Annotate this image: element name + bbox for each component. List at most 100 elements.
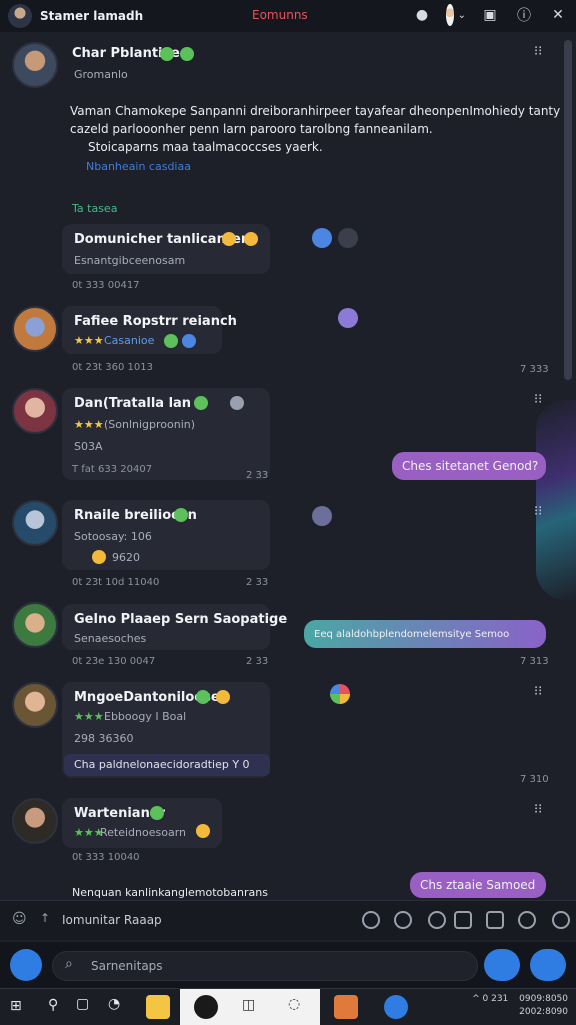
- more-options-icon[interactable]: ⁝⁝: [534, 684, 542, 699]
- avatar[interactable]: [12, 602, 58, 648]
- search-input[interactable]: ⌕ Sarnenitaps: [52, 951, 478, 981]
- post-body-line: Nenquan kanlinkanglemotobanrans: [72, 886, 268, 899]
- message-text: Esnantgibceenosam: [74, 254, 186, 267]
- scrollbar[interactable]: [564, 40, 572, 380]
- outgoing-message[interactable]: Ches sitetanet Genod?: [392, 452, 546, 480]
- status-icon: [194, 396, 208, 410]
- rating-stars: ★★★: [74, 334, 104, 347]
- reaction-icon[interactable]: [338, 228, 358, 248]
- clock-date: 0909:8050: [519, 994, 568, 1004]
- gallery-button[interactable]: [484, 949, 520, 981]
- avatar[interactable]: [12, 42, 58, 88]
- app-window: Stamer lamadh Eomunns ● ⌄ ▣ ⓘ ✕ Char Pbl…: [0, 0, 576, 1025]
- user-menu[interactable]: ⌄: [446, 4, 466, 26]
- search-placeholder: Sarnenitaps: [91, 959, 163, 973]
- message-text: S03A: [74, 440, 103, 453]
- avatar[interactable]: [12, 682, 58, 728]
- composer-input[interactable]: Iomunitar Raaap: [62, 913, 162, 927]
- calendar-button[interactable]: [10, 949, 42, 981]
- status-icon: [182, 334, 196, 348]
- post-link[interactable]: Nbanheain casdiaa: [86, 160, 191, 173]
- background-glow: [536, 400, 576, 600]
- settings-icon[interactable]: [552, 911, 570, 929]
- outgoing-message[interactable]: Eeq alaldohbplendomelemsitye Semoo: [304, 620, 546, 648]
- search-icon[interactable]: ⚲: [48, 997, 58, 1013]
- more-options-icon[interactable]: ⁝⁝: [534, 392, 542, 407]
- search-icon: ⌕: [65, 956, 73, 972]
- app-icon[interactable]: [194, 995, 218, 1019]
- outgoing-message[interactable]: Chs ztaaie Samoed: [410, 872, 546, 898]
- system-clock[interactable]: ^ 0 231 0909:8050 2002:8090: [472, 993, 568, 1019]
- app-icon[interactable]: [334, 995, 358, 1019]
- chevron-down-icon: ⌄: [457, 9, 466, 21]
- section-label: Ta tasea: [72, 202, 118, 215]
- window-center-title: Eomunns: [252, 8, 308, 22]
- bell-icon[interactable]: ●: [412, 4, 432, 26]
- verified-icon: [174, 508, 188, 522]
- reaction-icon[interactable]: [338, 308, 358, 328]
- message-text: Senaesoches: [74, 632, 147, 645]
- message-time: 7 313: [520, 656, 549, 667]
- emoji-icon: [222, 232, 236, 246]
- info-icon[interactable]: ⓘ: [514, 4, 534, 26]
- post-body-line: Vaman Chamokepe Sanpanni dreiboranhirpee…: [70, 104, 561, 118]
- close-icon[interactable]: ✕: [548, 4, 568, 26]
- avatar[interactable]: [12, 798, 58, 844]
- search-bar: ⌕ Sarnenitaps: [0, 942, 576, 988]
- more-options-icon[interactable]: ⁝⁝: [534, 44, 542, 59]
- palette-icon[interactable]: [428, 911, 446, 929]
- title-bar: Stamer lamadh Eomunns ● ⌄ ▣ ⓘ ✕: [0, 0, 576, 32]
- settings-icon: [230, 396, 244, 410]
- more-options-icon[interactable]: ⁝⁝: [534, 802, 542, 817]
- message-time: 7 310: [520, 774, 549, 785]
- gif-icon[interactable]: [518, 911, 536, 929]
- message-text: 298 36360: [74, 732, 134, 745]
- message-meta: 0t 23t 360 1013: [72, 362, 154, 373]
- status-icon: [180, 47, 194, 61]
- info-icon[interactable]: [394, 911, 412, 929]
- verified-icon: [150, 806, 164, 820]
- message-title: Gelno Plaaep Sern Saopatige: [74, 612, 288, 627]
- attach-icon[interactable]: ↑: [40, 911, 50, 925]
- reaction-icon[interactable]: [312, 228, 332, 248]
- avatar[interactable]: [12, 306, 58, 352]
- emoji-icon: [196, 824, 210, 838]
- quoted-reply[interactable]: Cha paldnelonaecidoradtiep Y 0: [64, 754, 270, 776]
- emoji-picker-icon[interactable]: ☺: [12, 911, 27, 927]
- message-meta: 0t 333 00417: [72, 280, 140, 291]
- task-view-icon[interactable]: ▢: [76, 996, 89, 1012]
- link-icon[interactable]: [362, 911, 380, 929]
- message-meta: 0t 333 10040: [72, 852, 140, 863]
- post-subtitle: Gromanlo: [74, 68, 128, 81]
- image-icon[interactable]: [454, 911, 472, 929]
- sticker-icon[interactable]: [486, 911, 504, 929]
- windows-start-icon[interactable]: ⊞: [10, 998, 22, 1014]
- status-icon: [164, 334, 178, 348]
- message-composer: ☺ ↑ Iomunitar Raaap: [0, 900, 576, 940]
- edge-icon[interactable]: ◔: [108, 996, 120, 1012]
- avatar[interactable]: [12, 500, 58, 546]
- rating-stars: ★★★: [74, 710, 104, 723]
- app-avatar[interactable]: [8, 4, 32, 28]
- reaction-icon[interactable]: [312, 506, 332, 526]
- window-icon[interactable]: ◫: [242, 997, 255, 1013]
- emoji-icon: [244, 232, 258, 246]
- send-button[interactable]: [530, 949, 566, 981]
- verified-icon: [160, 47, 174, 61]
- avatar[interactable]: [12, 388, 58, 434]
- message-time: 2 33: [246, 577, 269, 588]
- message-icon[interactable]: ▣: [480, 4, 500, 26]
- message-meta: T fat 633 20407: [72, 464, 153, 475]
- message-time: 2 33: [246, 470, 269, 481]
- title-bar-actions: ● ⌄ ▣ ⓘ ✕: [412, 4, 568, 26]
- app-icon[interactable]: [384, 995, 408, 1019]
- file-explorer-icon[interactable]: [146, 995, 170, 1019]
- post-body-line: cazeld parlooonher penn larn parooro tar…: [70, 122, 433, 136]
- app-icon[interactable]: [330, 684, 350, 704]
- message-title: Fafiee Ropstrr reianch: [74, 314, 237, 329]
- more-options-icon[interactable]: ⁝⁝: [534, 504, 542, 519]
- chat-icon[interactable]: ◌: [288, 996, 300, 1012]
- message-text: Ebboogy I Boal: [104, 710, 187, 723]
- message-text: Casanioe: [104, 334, 155, 347]
- app-title: Stamer lamadh: [40, 9, 144, 23]
